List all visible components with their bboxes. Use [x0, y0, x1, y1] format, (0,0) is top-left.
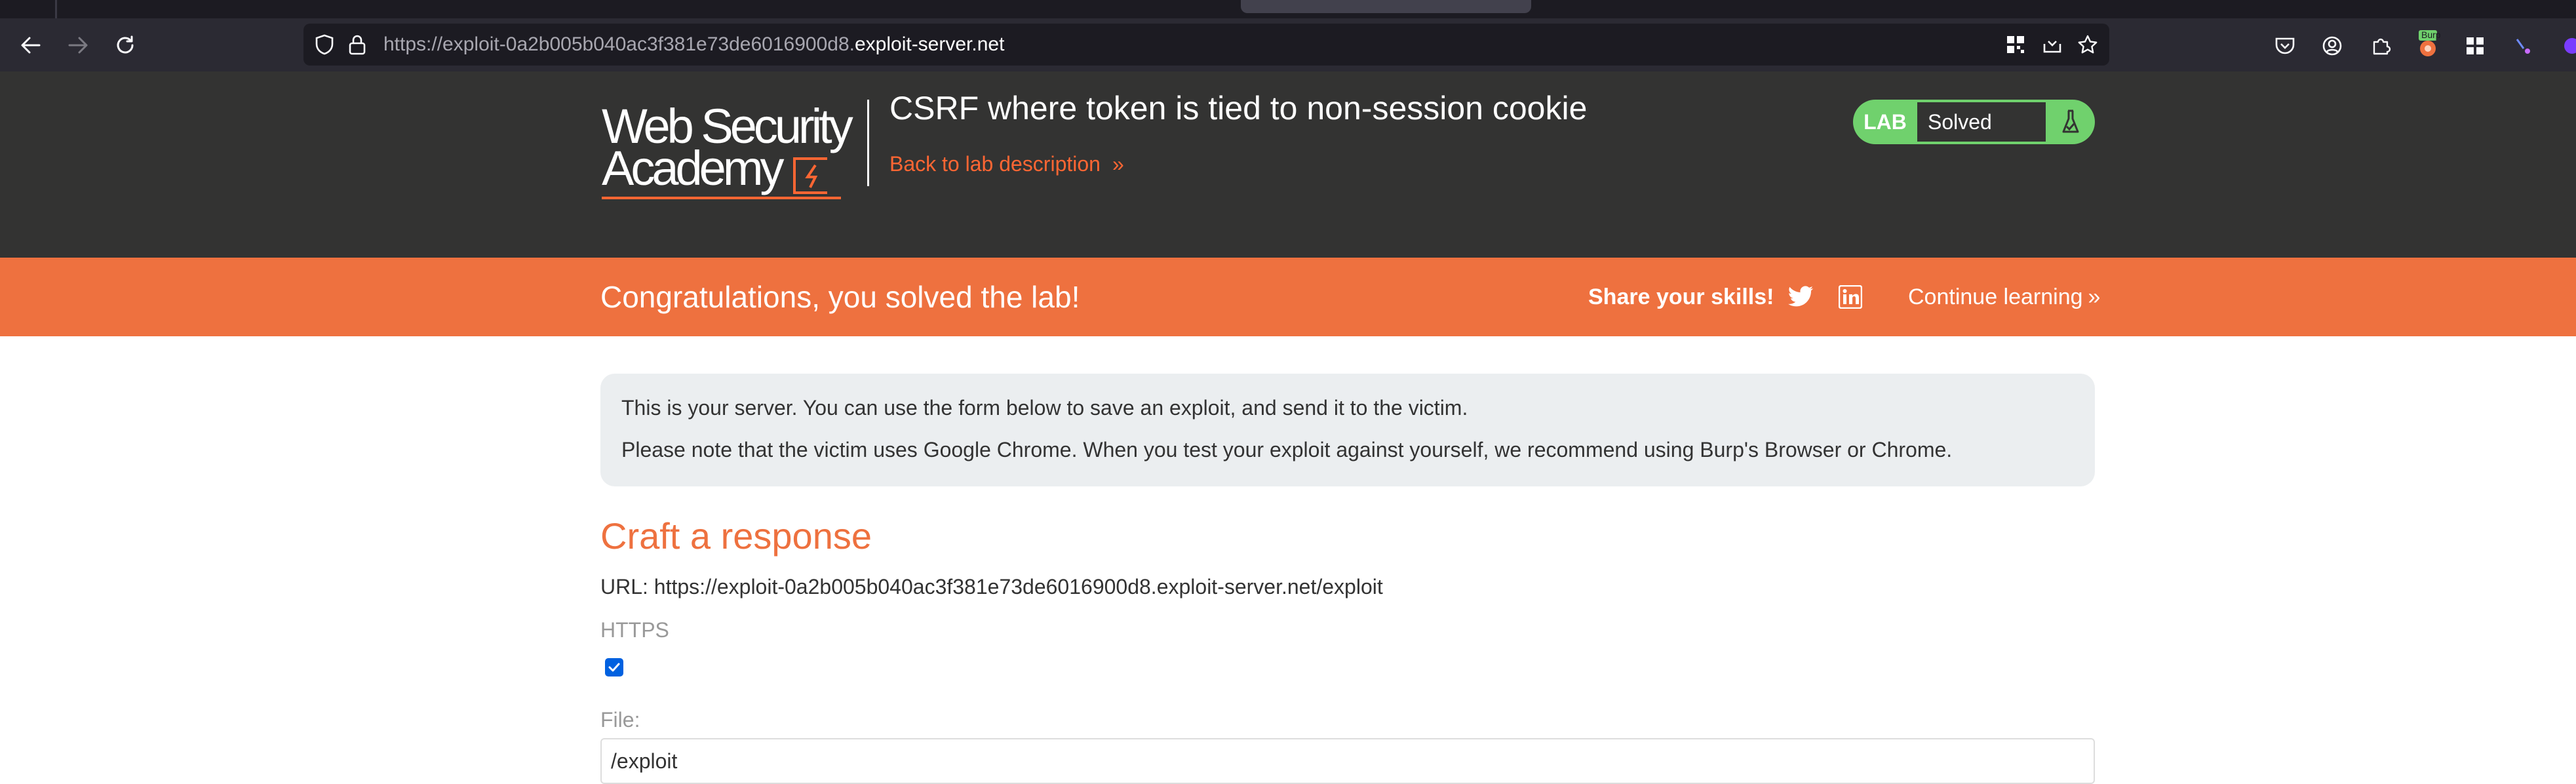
url-text[interactable]: https://exploit-0a2b005b040ac3f381e73de6…: [383, 24, 1004, 66]
puzzle-icon[interactable]: [2368, 33, 2394, 59]
server-info-box: This is your server. You can use the for…: [600, 374, 2095, 486]
academy-header: Web Security Academy CSRF where token is…: [0, 71, 2576, 258]
burp-extension-icon[interactable]: Burp: [2413, 28, 2442, 59]
file-path-input[interactable]: [600, 738, 2095, 784]
solved-banner: Congratulations, you solved the lab! Sha…: [0, 258, 2576, 336]
arrow-right-icon[interactable]: [60, 28, 96, 63]
exploit-url: URL: https://exploit-0a2b005b040ac3f381e…: [600, 575, 1383, 598]
lab-tag: LAB: [1853, 100, 1917, 144]
solved-message: Congratulations, you solved the lab!: [600, 280, 1080, 314]
linkedin-icon[interactable]: [1837, 284, 1864, 310]
lab-status-widget: LAB Solved: [1853, 100, 2095, 144]
chevron-double-right-icon: »: [1112, 152, 1124, 176]
logo-underline: [602, 197, 841, 199]
logo-bolt-mark: [793, 157, 827, 194]
https-label: HTTPS: [600, 618, 669, 642]
star-icon[interactable]: [2076, 33, 2099, 56]
overflow-icon[interactable]: [2555, 33, 2576, 59]
lock-icon[interactable]: [345, 33, 369, 56]
server-info-line-2: Please note that the victim uses Google …: [621, 438, 1953, 461]
chevron-double-right-icon: »: [2088, 284, 2101, 309]
back-link-label: Back to lab description: [889, 152, 1101, 176]
reload-icon[interactable]: [107, 28, 143, 63]
browser-tab-strip: [0, 0, 2576, 18]
twitter-icon[interactable]: [1787, 284, 1814, 310]
lab-title: CSRF where token is tied to non-session …: [889, 90, 1588, 127]
header-divider: [867, 100, 869, 186]
address-bar[interactable]: https://exploit-0a2b005b040ac3f381e73de6…: [303, 24, 2109, 66]
continue-learning-label: Continue learning: [1908, 284, 2083, 309]
checkmark-icon: [608, 663, 620, 672]
back-to-lab-description-link[interactable]: Back to lab description »: [889, 152, 1124, 176]
browser-toolbar: https://exploit-0a2b005b040ac3f381e73de6…: [0, 18, 2576, 71]
tab-separator: [55, 0, 57, 18]
account-icon[interactable]: [2319, 33, 2345, 59]
academy-logo[interactable]: Web Security Academy: [602, 98, 864, 203]
https-checkbox[interactable]: [605, 658, 623, 676]
flask-icon: [2046, 100, 2095, 144]
craft-response-heading: Craft a response: [600, 515, 872, 557]
browser-tab[interactable]: [1241, 0, 1531, 13]
file-label: File:: [600, 708, 640, 732]
logo-line-2: Academy: [602, 141, 784, 195]
lab-status-value: Solved: [1917, 100, 2046, 144]
arrow-left-icon[interactable]: [13, 28, 49, 63]
share-skills-label: Share your skills!: [1588, 284, 1774, 309]
burp-badge-label: Burp: [2421, 29, 2441, 40]
server-info-line-1: This is your server. You can use the for…: [621, 396, 1468, 420]
continue-learning-link[interactable]: Continue learning»: [1908, 258, 2100, 336]
shield-icon[interactable]: [313, 33, 336, 56]
qr-code-icon[interactable]: [2004, 33, 2027, 56]
apps-grid-icon[interactable]: [2462, 33, 2488, 59]
extension-icon[interactable]: [2509, 33, 2535, 59]
pocket-icon[interactable]: [2272, 33, 2298, 59]
download-tray-icon[interactable]: [2040, 33, 2064, 56]
